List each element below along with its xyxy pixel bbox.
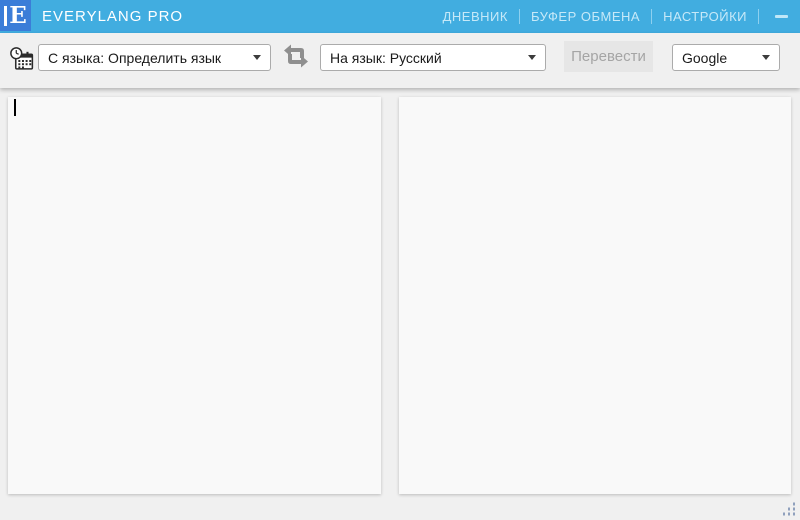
swap-languages-button[interactable] — [282, 42, 310, 70]
source-text-area[interactable] — [8, 97, 381, 494]
menu-item-settings[interactable]: НАСТРОЙКИ — [663, 9, 747, 24]
toolbar: С языка: Определить язык На язык: Русски… — [0, 33, 800, 88]
chevron-down-icon — [762, 55, 770, 60]
menu-separator — [518, 9, 520, 24]
menu-separator — [758, 9, 759, 24]
translate-button[interactable]: Перевести — [564, 41, 653, 72]
menu-item-clipboard[interactable]: БУФЕР ОБМЕНА — [531, 9, 640, 24]
everylang-logo-icon: E — [4, 4, 27, 27]
source-language-value: С языка: Определить язык — [48, 49, 222, 66]
titlebar-menu: ДНЕВНИК БУФЕР ОБМЕНА НАСТРОЙКИ — [443, 0, 792, 33]
logo-letter: E — [9, 2, 27, 29]
chevron-down-icon — [528, 55, 536, 60]
history-button[interactable] — [9, 46, 36, 73]
chevron-down-icon — [253, 55, 261, 60]
minimize-icon — [774, 15, 788, 18]
history-calendar-clock-icon — [10, 47, 34, 70]
result-text-area[interactable] — [399, 97, 791, 494]
target-language-select[interactable]: На язык: Русский — [320, 44, 546, 71]
resize-grip[interactable] — [782, 502, 797, 517]
minimize-button[interactable] — [770, 5, 792, 29]
titlebar: E EVERYLANG PRO ДНЕВНИК БУФЕР ОБМЕНА НАС… — [0, 0, 800, 33]
app-title: EVERYLANG PRO — [42, 8, 184, 25]
resize-grip-dots-icon — [783, 502, 795, 516]
source-language-select[interactable]: С языка: Определить язык — [38, 44, 271, 71]
menu-separator — [651, 9, 653, 24]
provider-value: Google — [682, 49, 728, 66]
menu-item-diary[interactable]: ДНЕВНИК — [443, 9, 508, 24]
target-language-value: На язык: Русский — [330, 49, 442, 66]
swap-icon — [284, 44, 308, 68]
provider-select[interactable]: Google — [672, 44, 780, 71]
app-logo: E — [0, 0, 31, 31]
text-cursor — [14, 99, 16, 116]
